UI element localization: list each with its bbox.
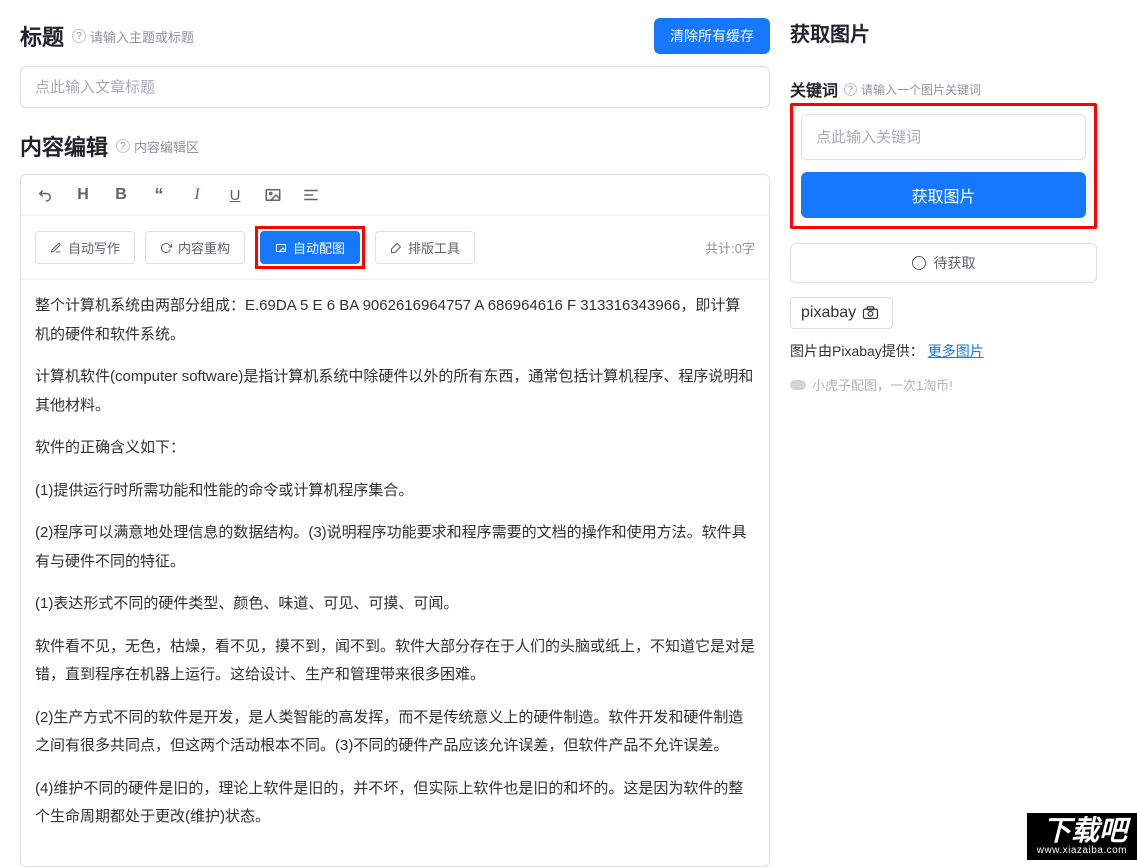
title-hint: 请输入主题或标题 [90, 27, 194, 46]
underline-icon[interactable]: U [225, 185, 245, 205]
paragraph: 计算机软件(computer software)是指计算机系统中除硬件以外的所有… [35, 363, 755, 420]
paragraph: 整个计算机系统由两部分组成：E.69DA 5 E 6 BA 9062616964… [35, 292, 755, 349]
editor-box: H B “ I U 自动写作 内容重构 [20, 174, 770, 867]
auto-write-button[interactable]: 自动写作 [35, 231, 135, 264]
highlight-auto-image: 自动配图 [255, 226, 365, 269]
more-images-link[interactable]: 更多图片 [928, 343, 984, 359]
tip-line: 小虎子配图，一次1淘币! [790, 375, 1097, 394]
highlight-keyword-box: 获取图片 [790, 103, 1097, 229]
title-section-header: 标题 ? 请输入主题或标题 清除所有缓存 [20, 18, 770, 54]
pending-icon [912, 256, 926, 270]
bold-icon[interactable]: B [111, 185, 131, 205]
content-section-header: 内容编辑 ? 内容编辑区 [20, 130, 770, 162]
paragraph: (4)维护不同的硬件是旧的，理论上软件是旧的，并不坏，但实际上软件也是旧的和坏的… [35, 775, 755, 832]
paragraph: (2)生产方式不同的软件是开发，是人类智能的高发挥，而不是传统意义上的硬件制造。… [35, 704, 755, 761]
auto-write-label: 自动写作 [68, 238, 120, 257]
editor-body[interactable]: 整个计算机系统由两部分组成：E.69DA 5 E 6 BA 9062616964… [21, 280, 769, 866]
clear-cache-button[interactable]: 清除所有缓存 [654, 18, 770, 54]
article-title-input[interactable] [20, 66, 770, 108]
auto-image-button[interactable]: 自动配图 [260, 231, 360, 264]
pixabay-badge: pixabay [790, 297, 893, 329]
paragraph: (2)程序可以满意地处理信息的数据结构。(3)说明程序功能要求和程序需要的文档的… [35, 519, 755, 576]
layout-tool-button[interactable]: 排版工具 [375, 231, 475, 264]
auto-image-label: 自动配图 [293, 238, 345, 257]
content-label: 内容编辑 [20, 130, 108, 162]
content-hint: 内容编辑区 [134, 137, 199, 156]
keyword-hint: 请输入一个图片关键词 [861, 81, 981, 98]
paragraph: (1)表达形式不同的硬件类型、颜色、味道、可见、可摸、可闻。 [35, 590, 755, 619]
image-icon[interactable] [263, 185, 283, 205]
title-label: 标题 [20, 20, 64, 52]
restructure-label: 内容重构 [178, 238, 230, 257]
image-source-line: 图片由Pixabay提供： 更多图片 [790, 341, 1097, 361]
info-icon: ? [844, 83, 857, 96]
tip-text: 小虎子配图，一次1淘币! [812, 375, 953, 394]
watermark: 下载吧 www.xiazaiba.com [1027, 813, 1137, 860]
watermark-big: 下载吧 [1043, 817, 1127, 845]
restructure-button[interactable]: 内容重构 [145, 231, 245, 264]
pixabay-logo: pixabay [801, 304, 856, 322]
pending-status: 待获取 [790, 243, 1097, 283]
undo-icon[interactable] [35, 185, 55, 205]
heading-icon[interactable]: H [73, 185, 93, 205]
watermark-small: www.xiazaiba.com [1037, 845, 1127, 856]
paragraph: (1)提供运行时所需功能和性能的命令或计算机程序集合。 [35, 477, 755, 506]
paragraph: 软件的正确含义如下： [35, 434, 755, 463]
sidebar-title: 获取图片 [790, 18, 1097, 47]
camera-icon [862, 306, 882, 320]
align-icon[interactable] [301, 185, 321, 205]
action-toolbar: 自动写作 内容重构 自动配图 排版工具 [21, 216, 769, 280]
layout-tool-label: 排版工具 [408, 238, 460, 257]
quote-icon[interactable]: “ [149, 185, 169, 205]
char-count: 共计:0字 [705, 238, 755, 257]
info-icon: ? [72, 29, 86, 43]
cloud-icon [790, 380, 806, 390]
source-prefix: 图片由Pixabay提供： [790, 343, 924, 359]
paragraph: 软件看不见，无色，枯燥，看不见，摸不到，闻不到。软件大部分存在于人们的头脑或纸上… [35, 633, 755, 690]
keyword-header: 关键词 ? 请输入一个图片关键词 [790, 77, 1097, 101]
pending-label: 待获取 [934, 253, 976, 273]
keyword-label: 关键词 [790, 77, 838, 101]
format-toolbar: H B “ I U [21, 175, 769, 216]
keyword-input[interactable] [801, 114, 1086, 160]
info-icon: ? [116, 139, 130, 153]
italic-icon[interactable]: I [187, 185, 207, 205]
get-image-button[interactable]: 获取图片 [801, 172, 1086, 218]
